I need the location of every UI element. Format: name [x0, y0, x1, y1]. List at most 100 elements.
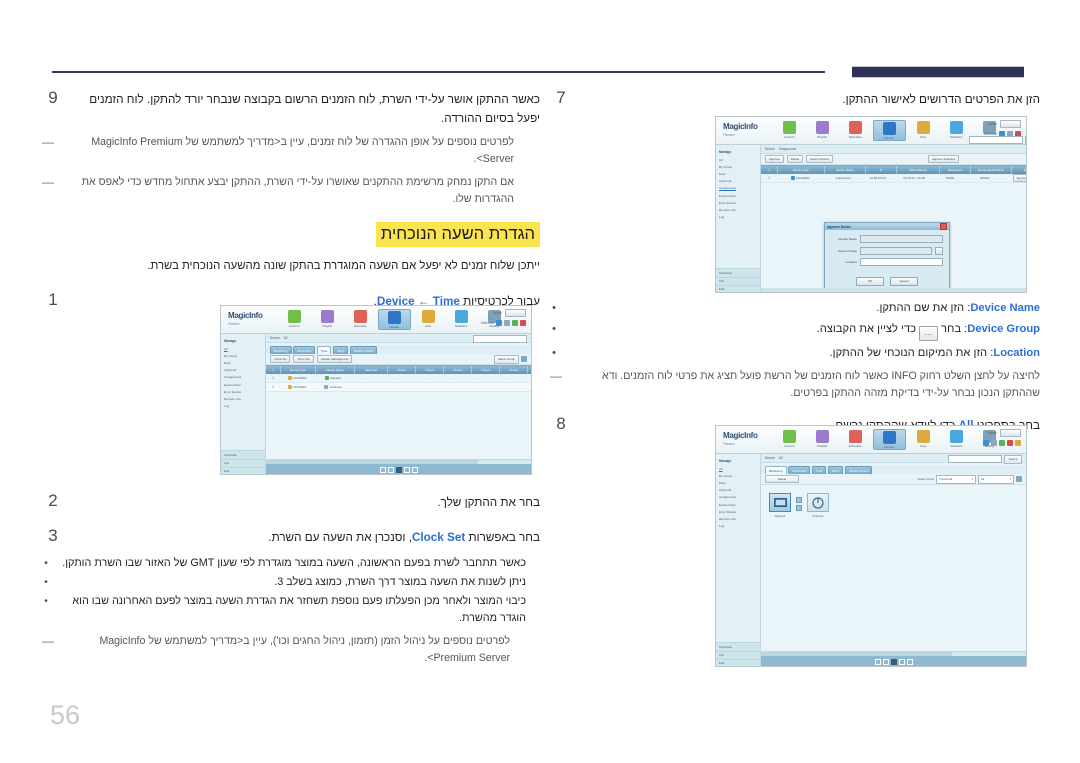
tab-setup-3[interactable]: Setup [332, 346, 349, 354]
tab-information[interactable]: Information [788, 466, 811, 474]
search-input[interactable] [969, 136, 1023, 144]
sidebar-item-error-device-3[interactable]: Error Device [221, 388, 265, 395]
nav-playlist-3[interactable]: Playlist [312, 309, 343, 330]
sidebar-item-expired-2[interactable]: Expired Dev [716, 501, 760, 508]
tab-monitoring-3[interactable]: Monitoring [270, 346, 292, 354]
nav-user-3[interactable]: User [413, 309, 444, 330]
page-last-button[interactable] [906, 658, 913, 665]
sidebar-item-info-3[interactable]: Info [221, 458, 265, 467]
nav-device-3[interactable]: Device [377, 309, 411, 330]
sidebar-item-edit-2[interactable]: Edit [716, 658, 760, 666]
page-prev-button[interactable] [387, 466, 394, 473]
nav-user-2[interactable]: User [908, 429, 939, 450]
sidebar-item-log-2[interactable]: Log [716, 523, 760, 530]
nav-playlist-2[interactable]: Playlist [807, 429, 838, 450]
browse-group-button[interactable]: … [935, 246, 943, 255]
page-first-button[interactable] [379, 466, 386, 473]
nav-device-2[interactable]: Device [872, 429, 906, 450]
nav-content-3[interactable]: Content [279, 309, 310, 330]
device-card-display1[interactable]: Display1 [769, 493, 791, 518]
sidebar-item-schedule-2[interactable]: Schedule [716, 642, 760, 651]
sidebar-item-dept-2[interactable]: Dept [716, 479, 760, 486]
page-next-button[interactable] [403, 466, 410, 473]
help-icon[interactable] [991, 440, 997, 446]
search-input-2[interactable] [948, 455, 1002, 463]
page-current[interactable] [395, 466, 402, 473]
nav-playlist[interactable]: Playlist [807, 120, 838, 141]
nav-content-2[interactable]: Content [774, 429, 805, 450]
sidebar-item-info-2[interactable]: Info [716, 650, 760, 659]
sidebar-item-approval[interactable]: Approval [716, 178, 760, 185]
search-button[interactable]: Search [1025, 136, 1026, 145]
sidebar-item-by-group[interactable]: By Group [716, 163, 760, 170]
select-group-label[interactable]: Select Group [918, 477, 934, 481]
sidebar-item-dept[interactable]: Dept [716, 170, 760, 177]
mail-icon[interactable] [512, 320, 518, 326]
refresh-icon[interactable] [521, 356, 527, 363]
sidebar-item-all-3[interactable]: All [221, 345, 265, 352]
sidebar-item-all[interactable]: All [716, 156, 760, 163]
page-first-button[interactable] [874, 658, 881, 665]
nav-schedule-2[interactable]: Schedule [840, 429, 871, 450]
sidebar-item-unapproved[interactable]: Unapproved [716, 185, 760, 192]
sidebar-item-edit-3[interactable]: Edit [221, 466, 265, 474]
page-next-button[interactable] [898, 658, 905, 665]
sidebar-item-log-3[interactable]: Log [221, 403, 265, 410]
sidebar-item-schedule[interactable]: Schedule [716, 268, 760, 277]
globe-icon[interactable] [496, 320, 502, 326]
search-device-button[interactable]: Search Device [806, 154, 833, 164]
sidebar-item-by-group-3[interactable]: By Group [221, 352, 265, 359]
nav-statistics[interactable]: Statistics [941, 120, 972, 141]
sidebar-item-approval-2[interactable]: Approval [716, 487, 760, 494]
nav-schedule[interactable]: Schedule [840, 120, 871, 141]
table-row[interactable]: ☐ LFD-EDID Display1 - - - - - - [266, 374, 531, 383]
delete-button[interactable]: Delete [786, 154, 804, 164]
sidebar-item-dept-3[interactable]: Dept [221, 359, 265, 366]
close-icon[interactable] [940, 223, 947, 230]
sidebar-item-remote-job[interactable]: Remote Job [716, 206, 760, 213]
device-name-input[interactable] [860, 235, 943, 243]
logout-button[interactable] [1000, 120, 1021, 128]
nav-statistics-3[interactable]: Statistics [446, 309, 477, 330]
sidebar-item-expired[interactable]: Expired Dev [716, 192, 760, 199]
group-select[interactable]: All ▾ [978, 475, 1014, 484]
sidebar-item-error-device[interactable]: Error Device [716, 199, 760, 206]
delete-button-2[interactable]: Delete [765, 474, 799, 484]
sidebar-item-all-2[interactable]: All [716, 465, 760, 472]
row-approve-button[interactable]: Approve [1012, 174, 1026, 182]
tab-display-control-3[interactable]: Display Control [349, 346, 378, 354]
search-button-2[interactable]: Search [1004, 455, 1022, 464]
sidebar-item-schedule-3[interactable]: Schedule [221, 450, 265, 459]
refresh-icon[interactable] [1016, 476, 1022, 483]
nav-schedule-3[interactable]: Schedule [345, 309, 376, 330]
sidebar-item-unapproved-3[interactable]: Unapproved [221, 374, 265, 381]
page-last-button[interactable] [411, 466, 418, 473]
table-row[interactable]: ☐ LFD-EDID unapproved 10.88.XX.XX 00:16:… [761, 174, 1026, 183]
help-icon[interactable] [504, 320, 510, 326]
mail-icon[interactable] [999, 440, 1005, 446]
timer-set-button[interactable]: Timer Set [293, 354, 314, 364]
tab-monitoring[interactable]: Monitoring [765, 466, 787, 474]
logout-button-3[interactable] [505, 309, 526, 317]
nav-device[interactable]: Device [872, 120, 906, 141]
search-input-3[interactable] [473, 335, 527, 343]
tab-information-3[interactable]: Information [293, 346, 316, 354]
sidebar-item-info[interactable]: Info [716, 276, 760, 285]
view-mode-select[interactable]: Thumbnail ▾ [936, 475, 976, 484]
table-row[interactable]: ☐ LFD-EDID unnamed [266, 383, 531, 392]
dialog-ok-button[interactable]: OK [856, 276, 884, 286]
tab-setup[interactable]: Setup [827, 466, 844, 474]
device-card-unknown[interactable]: Unknown [807, 493, 829, 518]
approve-button[interactable]: Approve [765, 154, 784, 164]
device-group-input[interactable] [860, 246, 932, 255]
sidebar-item-edit[interactable]: Edit [716, 284, 760, 292]
tab-time[interactable]: Time [811, 466, 827, 474]
alert-icon[interactable] [520, 320, 526, 326]
page-current[interactable] [890, 658, 897, 665]
alert-icon[interactable] [1007, 440, 1013, 446]
nav-content[interactable]: Content [774, 120, 805, 141]
nav-user[interactable]: User [908, 120, 939, 141]
dialog-cancel-button[interactable]: Cancel [890, 276, 918, 286]
approve-selected-button[interactable]: Approve Selected [927, 154, 959, 164]
logout-button-2[interactable] [1000, 429, 1021, 437]
